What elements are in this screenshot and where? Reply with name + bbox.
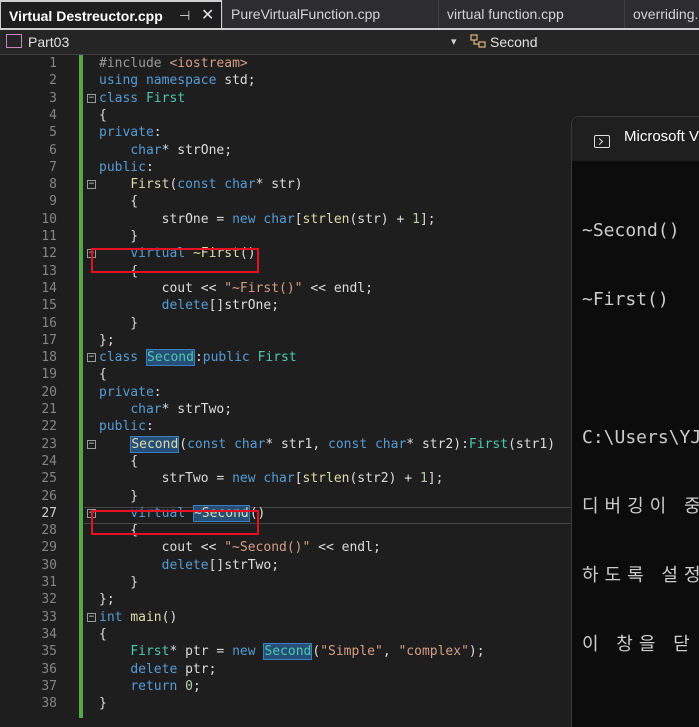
code-line: − class First bbox=[87, 90, 186, 106]
console-output: ~Second() ~First() C:\Users\YJ 디버깅이 중지 하… bbox=[582, 173, 699, 702]
document-tab-bar: Virtual Destreuctor.cpp ⊣ ✕ PureVirtualF… bbox=[0, 0, 699, 30]
console-line: ~Second() bbox=[582, 220, 680, 241]
scope-dropdown[interactable]: Second bbox=[470, 30, 537, 54]
code-line: using namespace std; bbox=[99, 73, 256, 89]
tab-virtual-destructor[interactable]: Virtual Destreuctor.cpp ⊣ ✕ bbox=[0, 0, 222, 28]
close-icon[interactable]: ✕ bbox=[201, 2, 214, 28]
console-line: 이 창을 닫 bbox=[582, 634, 696, 655]
console-line: 디버깅이 중지 bbox=[582, 496, 699, 517]
annotation-box-first-destructor bbox=[91, 248, 259, 273]
console-title: Microsoft Visual Studio Debug Console bbox=[624, 128, 699, 145]
console-line: ~First() bbox=[582, 289, 669, 310]
debug-console-window[interactable]: Microsoft Visual Studio Debug Console ~S… bbox=[571, 116, 699, 727]
tab-overriding[interactable]: overriding.cpp bbox=[624, 0, 699, 28]
tab-label: overriding.cpp bbox=[633, 6, 699, 22]
console-line: C:\Users\YJ bbox=[582, 427, 699, 448]
tab-label: Virtual Destreuctor.cpp bbox=[9, 8, 163, 24]
navigation-bar: Part03 ▾ Second bbox=[0, 30, 699, 55]
collapse-icon[interactable]: − bbox=[87, 612, 96, 622]
collapse-icon[interactable]: − bbox=[87, 93, 96, 103]
project-label: Part03 bbox=[28, 34, 70, 50]
change-indicator-bar bbox=[79, 55, 83, 718]
console-title-bar[interactable]: Microsoft Visual Studio Debug Console bbox=[572, 117, 699, 161]
tab-pure-virtual-function[interactable]: PureVirtualFunction.cpp bbox=[222, 0, 438, 28]
console-line: 하도록 설정 bbox=[582, 565, 699, 586]
tab-virtual-function[interactable]: virtual function.cpp bbox=[438, 0, 624, 28]
project-dropdown[interactable]: Part03 bbox=[6, 30, 69, 54]
collapse-icon[interactable]: − bbox=[87, 180, 96, 190]
tab-label: virtual function.cpp bbox=[447, 6, 564, 22]
annotation-box-second-destructor bbox=[91, 510, 259, 535]
pin-icon[interactable]: ⊣ bbox=[179, 2, 190, 28]
chevron-down-icon[interactable]: ▾ bbox=[451, 30, 457, 54]
collapse-icon[interactable]: − bbox=[87, 439, 96, 449]
tab-label: PureVirtualFunction.cpp bbox=[231, 6, 381, 22]
class-icon bbox=[470, 34, 486, 48]
project-icon bbox=[6, 34, 22, 49]
collapse-icon[interactable]: − bbox=[87, 353, 96, 363]
code-line: #include <iostream> bbox=[99, 56, 248, 71]
scope-label: Second bbox=[490, 34, 538, 50]
console-icon bbox=[594, 135, 610, 148]
